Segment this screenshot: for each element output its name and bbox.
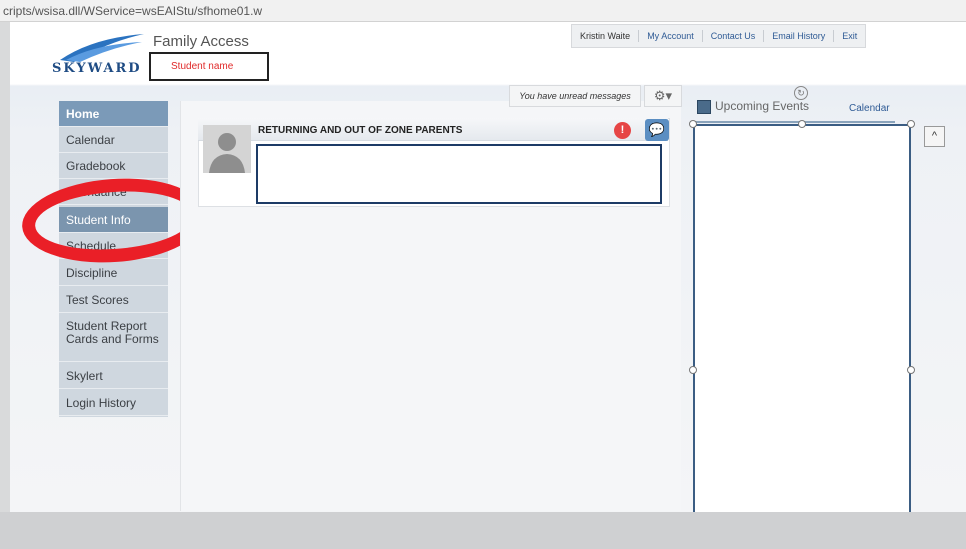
upcoming-events-title: Upcoming Events xyxy=(715,99,810,113)
top-navigation: Kristin Waite My Account Contact Us Emai… xyxy=(571,24,867,48)
address-bar[interactable]: cripts/wsisa.dll/WService=wsEAIStu/sfhom… xyxy=(0,0,966,22)
avatar-icon xyxy=(203,125,251,173)
message-body xyxy=(256,144,662,204)
sidebar-item-calendar[interactable]: Calendar xyxy=(59,128,168,153)
upcoming-events-box xyxy=(693,124,911,514)
topnav-contact-us[interactable]: Contact Us xyxy=(703,30,765,42)
sidebar-item-report-cards[interactable]: Student Report Cards and Forms xyxy=(59,314,168,362)
topnav-email-history[interactable]: Email History xyxy=(764,30,835,42)
resize-handle[interactable] xyxy=(907,366,915,374)
topnav-user-name[interactable]: Kristin Waite xyxy=(572,30,640,42)
student-name-label: Student name xyxy=(149,52,269,81)
sidebar-item-discipline[interactable]: Discipline xyxy=(59,260,168,286)
bottom-strip xyxy=(0,512,966,549)
collapse-button[interactable]: ^ xyxy=(924,126,945,147)
app-title: Family Access xyxy=(153,33,249,50)
calendar-link[interactable]: Calendar xyxy=(849,103,890,114)
chat-icon[interactable]: 💬 xyxy=(645,119,669,141)
logo-text: SKYWARD xyxy=(52,61,142,76)
alert-icon[interactable]: ! xyxy=(614,122,631,139)
resize-handle[interactable] xyxy=(798,120,806,128)
unread-messages-notice[interactable]: You have unread messages xyxy=(509,85,641,107)
rotate-handle-icon[interactable]: ↻ xyxy=(794,86,808,100)
sidebar-item-skylert[interactable]: Skylert xyxy=(59,363,168,389)
resize-handle[interactable] xyxy=(689,120,697,128)
sidebar-item-home[interactable]: Home xyxy=(59,101,168,127)
topnav-exit[interactable]: Exit xyxy=(834,30,865,42)
sidebar-item-test-scores[interactable]: Test Scores xyxy=(59,287,168,313)
resize-handle[interactable] xyxy=(907,120,915,128)
topnav-my-account[interactable]: My Account xyxy=(639,30,703,42)
message-title: RETURNING AND OUT OF ZONE PARENTS xyxy=(258,125,463,136)
resize-handle[interactable] xyxy=(689,366,697,374)
sidebar-item-login-history[interactable]: Login History xyxy=(59,390,168,416)
sidebar-item-gradebook[interactable]: Gradebook xyxy=(59,154,168,179)
gear-icon[interactable]: ⚙▾ xyxy=(644,85,682,107)
calendar-icon xyxy=(697,100,711,114)
